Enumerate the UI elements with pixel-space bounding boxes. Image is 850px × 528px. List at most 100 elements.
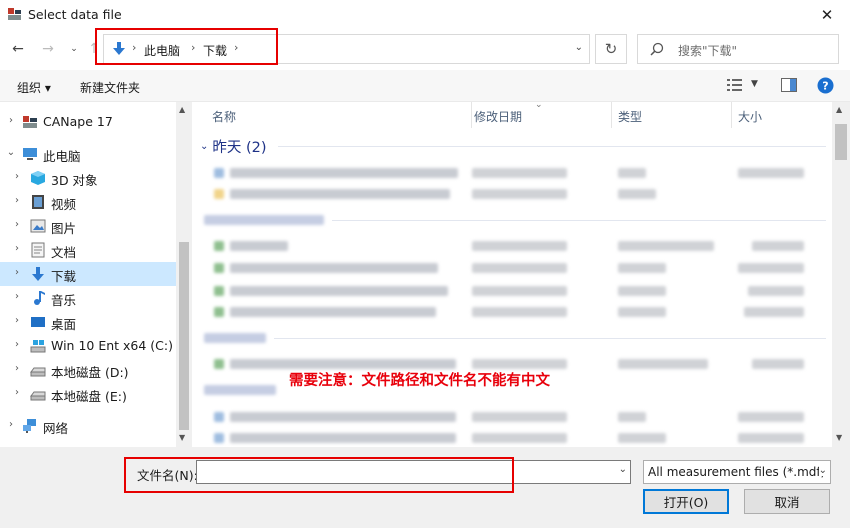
breadcrumb-this-pc[interactable]: 此电脑 (144, 42, 180, 59)
chevron-down-icon[interactable]: ⌄ (619, 464, 627, 475)
command-bar: 组织 ▾ 新建文件夹 ▼ ? (0, 70, 850, 102)
expand-arrow-icon[interactable]: › (12, 243, 22, 254)
refresh-button[interactable]: ↻ (595, 34, 627, 64)
sidebar-scrollbar[interactable]: ▲ ▼ (176, 102, 192, 447)
drive-icon (30, 391, 46, 401)
expand-arrow-icon[interactable]: › (12, 363, 22, 374)
column-header-type[interactable]: 类型 (610, 102, 732, 128)
expand-arrow-icon[interactable]: › (12, 339, 22, 350)
cancel-button[interactable]: 取消 (744, 489, 830, 514)
expand-arrow-icon[interactable]: › (12, 315, 22, 326)
sidebar-item-label: 本地磁盘 (D:) (51, 365, 129, 380)
expand-arrow-icon[interactable]: ⌄ (6, 147, 16, 158)
sidebar-item-label: 文档 (51, 245, 77, 260)
column-header-size[interactable]: 大小 (730, 102, 832, 128)
search-box[interactable]: 搜索"下载" (637, 34, 839, 64)
scroll-down-icon[interactable]: ▼ (179, 433, 185, 442)
organize-button[interactable]: 组织 ▾ (17, 79, 51, 96)
group-header-yesterday[interactable]: ⌄ 昨天 (2) (200, 136, 267, 156)
view-list-icon[interactable] (727, 78, 743, 92)
open-button[interactable]: 打开(O) (643, 489, 729, 514)
sidebar-item-music[interactable]: › 音乐 (0, 286, 176, 310)
expand-arrow-icon[interactable]: › (12, 219, 22, 230)
chevron-right-icon[interactable]: › (191, 41, 195, 54)
filename-label: 文件名(N): (137, 468, 198, 483)
expand-arrow-icon[interactable]: › (12, 267, 22, 278)
sidebar-item-videos[interactable]: › 视频 (0, 190, 176, 214)
sidebar-item-label: 下载 (51, 269, 77, 284)
computer-icon (23, 148, 37, 160)
chevron-down-icon[interactable]: ⌄ (818, 465, 827, 476)
expand-arrow-icon[interactable]: › (6, 115, 16, 126)
download-icon (113, 42, 125, 55)
up-button[interactable]: ↑ (84, 39, 104, 59)
expand-arrow-icon[interactable]: › (6, 419, 16, 430)
help-icon[interactable]: ? (817, 77, 834, 94)
sidebar-item-label: 3D 对象 (51, 173, 98, 188)
sidebar-item-label: Win 10 Ent x64 (C:) (51, 338, 173, 353)
file-type-filter[interactable]: All measurement files (*.mdf; ⌄ (643, 460, 831, 484)
scroll-up-icon[interactable]: ▲ (179, 105, 185, 114)
arrow-left-icon: ← (12, 41, 24, 57)
preview-pane-icon[interactable] (781, 78, 797, 92)
sidebar-item-downloads[interactable]: › 下载 (0, 262, 176, 286)
expand-arrow-icon[interactable]: › (12, 387, 22, 398)
sidebar-item-label: 桌面 (51, 317, 77, 332)
sidebar-item-this-pc[interactable]: ⌄ 此电脑 (0, 142, 176, 166)
system-drive-icon (30, 340, 46, 353)
group-header-redacted[interactable] (204, 385, 276, 395)
sidebar-item-label: 此电脑 (43, 149, 81, 164)
new-folder-button[interactable]: 新建文件夹 (80, 79, 140, 96)
recent-locations-button[interactable]: ⌄ (64, 39, 84, 59)
file-list-scrollbar[interactable]: ▲ ▼ (832, 102, 850, 447)
chevron-right-icon[interactable]: › (234, 41, 238, 54)
sidebar-item-network[interactable]: › 网络 (0, 414, 176, 438)
scroll-up-icon[interactable]: ▲ (836, 105, 842, 114)
group-header-redacted[interactable] (204, 333, 266, 343)
canape-app-icon (8, 8, 21, 20)
filter-value: All measurement files (*.mdf; (648, 465, 825, 479)
sidebar-item-documents[interactable]: › 文档 (0, 238, 176, 262)
expand-arrow-icon[interactable]: › (12, 291, 22, 302)
scroll-down-icon[interactable]: ▼ (836, 433, 842, 442)
sidebar-item-canape[interactable]: › CANape 17 (0, 110, 176, 134)
drive-icon (30, 367, 46, 377)
expand-arrow-icon[interactable]: › (12, 195, 22, 206)
group-divider (332, 220, 826, 221)
sidebar-item-label: 音乐 (51, 293, 77, 308)
view-options-dropdown[interactable]: ▼ (751, 79, 758, 89)
sidebar-item-drive-d[interactable]: › 本地磁盘 (D:) (0, 358, 176, 382)
close-button[interactable]: ✕ (804, 0, 850, 30)
column-header-date[interactable]: 修改日期 (466, 102, 612, 128)
arrow-right-icon: → (42, 41, 54, 57)
address-bar[interactable]: › 此电脑 › 下载 › ⌄ (103, 34, 590, 64)
svg-text:?: ? (822, 80, 828, 93)
scrollbar-thumb[interactable] (835, 124, 847, 160)
sidebar-item-drive-c[interactable]: › Win 10 Ent x64 (C:) (0, 334, 176, 358)
file-list[interactable]: 名称 ⌄ 修改日期 类型 大小 ⌄ 昨天 (2) (192, 100, 832, 447)
sidebar-item-3d-objects[interactable]: › 3D 对象 (0, 166, 176, 190)
sidebar-item-pictures[interactable]: › 图片 (0, 214, 176, 238)
address-history-dropdown[interactable]: ⌄ (575, 42, 583, 53)
breadcrumb-downloads[interactable]: 下载 (203, 42, 227, 59)
scrollbar-thumb[interactable] (179, 242, 189, 430)
group-divider (274, 338, 826, 339)
pictures-icon (30, 219, 46, 233)
annotation-note: 需要注意：文件路径和文件名不能有中文 (289, 373, 550, 389)
group-header-redacted[interactable] (204, 215, 324, 225)
collapse-arrow-icon: ⌄ (200, 140, 209, 152)
search-placeholder: 搜索"下载" (678, 44, 738, 58)
sidebar-item-label: 视频 (51, 197, 77, 212)
canape-icon (23, 116, 37, 128)
navigation-pane: › CANape 17 ⌄ 此电脑 › 3D 对象 › 视频 › 图片 › 文档… (0, 102, 178, 447)
documents-icon (31, 242, 45, 258)
sidebar-item-drive-e[interactable]: › 本地磁盘 (E:) (0, 382, 176, 406)
back-button[interactable]: ← (8, 39, 28, 59)
filename-input[interactable]: ⌄ (196, 460, 631, 484)
forward-button[interactable]: → (38, 39, 58, 59)
sidebar-item-desktop[interactable]: › 桌面 (0, 310, 176, 334)
file-name-panel: 文件名(N): ⌄ All measurement files (*.mdf; … (0, 447, 850, 528)
column-header-name[interactable]: 名称 (204, 102, 472, 128)
navigation-bar: ← → ⌄ ↑ › 此电脑 › 下载 › ⌄ ↻ 搜索"下载" (0, 30, 850, 68)
expand-arrow-icon[interactable]: › (12, 171, 22, 182)
